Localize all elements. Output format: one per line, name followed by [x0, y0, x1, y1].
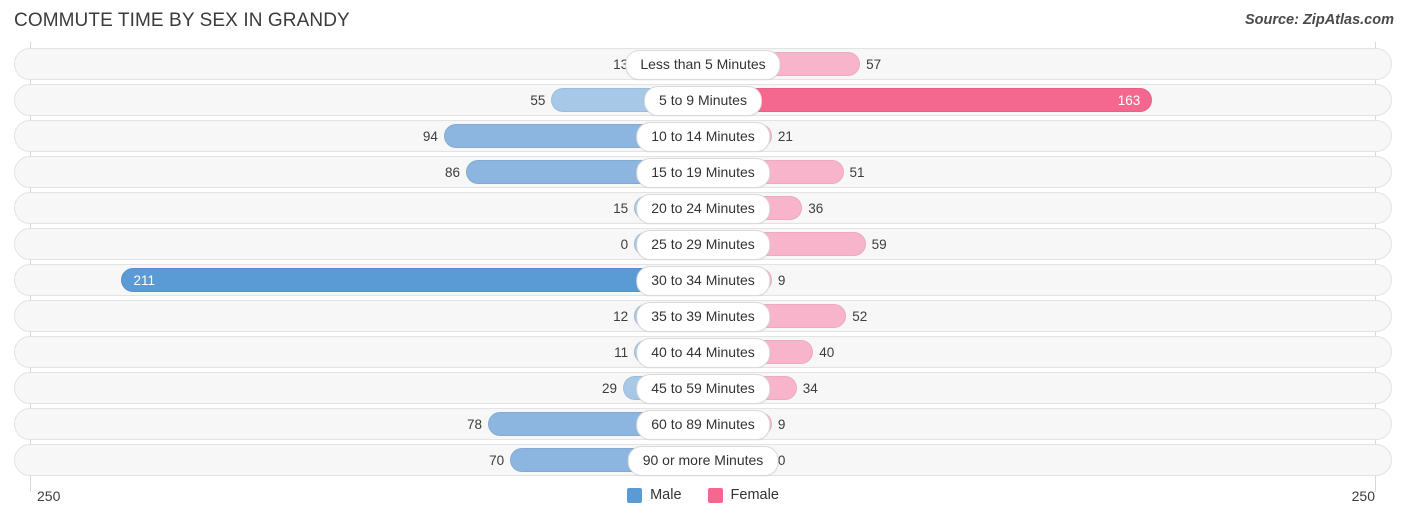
source-attribution: Source: ZipAtlas.com	[1244, 12, 1394, 28]
category-label: 20 to 24 Minutes	[636, 194, 770, 224]
category-label: 25 to 29 Minutes	[636, 230, 770, 260]
chart-row: 55 163 5 to 9 Minutes	[14, 82, 1392, 118]
chart-row: 11 40 40 to 44 Minutes	[14, 334, 1392, 370]
male-half: 211	[14, 268, 703, 292]
chart-row: 15 36 20 to 24 Minutes	[14, 190, 1392, 226]
male-value-label: 55	[530, 93, 546, 108]
male-value-label: 70	[489, 453, 505, 468]
category-label: 15 to 19 Minutes	[636, 158, 770, 188]
female-half: 36	[703, 196, 1392, 220]
female-value-label: 51	[849, 165, 865, 180]
male-value-label: 86	[444, 165, 460, 180]
chart-row: 13 57 Less than 5 Minutes	[14, 46, 1392, 82]
male-half: 70	[14, 448, 703, 472]
female-half: 163	[703, 88, 1392, 112]
female-half: 59	[703, 232, 1392, 256]
female-value-label: 40	[819, 345, 835, 360]
page-title: COMMUTE TIME BY SEX IN GRANDY	[14, 10, 350, 31]
chart-header: COMMUTE TIME BY SEX IN GRANDY Source: Zi…	[0, 0, 1406, 42]
female-value-label: 34	[802, 381, 818, 396]
male-half: 0	[14, 232, 703, 256]
chart-footer: 250 250 Male Female	[0, 482, 1406, 523]
male-half: 94	[14, 124, 703, 148]
female-half: 0	[703, 448, 1392, 472]
female-value-label: 59	[871, 237, 887, 252]
category-label: 60 to 89 Minutes	[636, 410, 770, 440]
category-label: 40 to 44 Minutes	[636, 338, 770, 368]
female-half: 57	[703, 52, 1392, 76]
male-value-label: 11	[614, 345, 629, 360]
male-half: 29	[14, 376, 703, 400]
male-half: 12	[14, 304, 703, 328]
chart-rows: 13 57 Less than 5 Minutes 55 163 5 to 9 Minut…	[14, 46, 1392, 478]
legend-label: Male	[650, 487, 682, 503]
category-label: 35 to 39 Minutes	[636, 302, 770, 332]
male-half: 55	[14, 88, 703, 112]
male-value-label: 94	[422, 129, 438, 144]
chart-row: 86 51 15 to 19 Minutes	[14, 154, 1392, 190]
category-label: Less than 5 Minutes	[625, 50, 781, 80]
female-half: 51	[703, 160, 1392, 184]
male-bar[interactable]: 211	[121, 268, 703, 292]
male-half: 11	[14, 340, 703, 364]
female-half: 52	[703, 304, 1392, 328]
category-label: 45 to 59 Minutes	[636, 374, 770, 404]
female-half: 9	[703, 268, 1392, 292]
chart-legend: Male Female	[0, 487, 1406, 503]
chart-row: 78 9 60 to 89 Minutes	[14, 406, 1392, 442]
male-value-label: 0	[620, 237, 629, 252]
male-half: 78	[14, 412, 703, 436]
category-label: 90 or more Minutes	[627, 446, 779, 476]
male-half: 86	[14, 160, 703, 184]
male-value-label: 78	[467, 417, 483, 432]
legend-swatch-icon	[707, 487, 723, 503]
female-half: 34	[703, 376, 1392, 400]
female-value-label: 9	[777, 273, 786, 288]
chart-row: 211 9 30 to 34 Minutes	[14, 262, 1392, 298]
chart-row: 0 59 25 to 29 Minutes	[14, 226, 1392, 262]
male-half: 13	[14, 52, 703, 76]
female-value-label: 163	[1117, 93, 1141, 108]
female-half: 40	[703, 340, 1392, 364]
male-value-label: 15	[613, 201, 629, 216]
legend-item[interactable]: Female	[707, 487, 779, 503]
chart-row: 94 21 10 to 14 Minutes	[14, 118, 1392, 154]
female-half: 21	[703, 124, 1392, 148]
legend-label: Female	[730, 487, 779, 503]
category-label: 5 to 9 Minutes	[644, 86, 762, 116]
legend-swatch-icon	[627, 487, 643, 503]
chart-plot-area: 13 57 Less than 5 Minutes 55 163 5 to 9 Minut…	[0, 42, 1406, 492]
male-value-label: 29	[602, 381, 618, 396]
female-half: 9	[703, 412, 1392, 436]
male-value-label: 211	[133, 273, 156, 288]
chart-row: 70 0 90 or more Minutes	[14, 442, 1392, 478]
chart-row: 12 52 35 to 39 Minutes	[14, 298, 1392, 334]
male-value-label: 12	[613, 309, 629, 324]
female-value-label: 57	[866, 57, 882, 72]
female-value-label: 52	[852, 309, 868, 324]
male-half: 15	[14, 196, 703, 220]
category-label: 10 to 14 Minutes	[636, 122, 770, 152]
female-value-label: 21	[777, 129, 793, 144]
female-value-label: 36	[808, 201, 824, 216]
female-value-label: 0	[777, 453, 786, 468]
category-label: 30 to 34 Minutes	[636, 266, 770, 296]
female-value-label: 9	[777, 417, 786, 432]
legend-item[interactable]: Male	[627, 487, 682, 503]
chart-row: 29 34 45 to 59 Minutes	[14, 370, 1392, 406]
female-bar[interactable]: 163	[703, 88, 1153, 112]
